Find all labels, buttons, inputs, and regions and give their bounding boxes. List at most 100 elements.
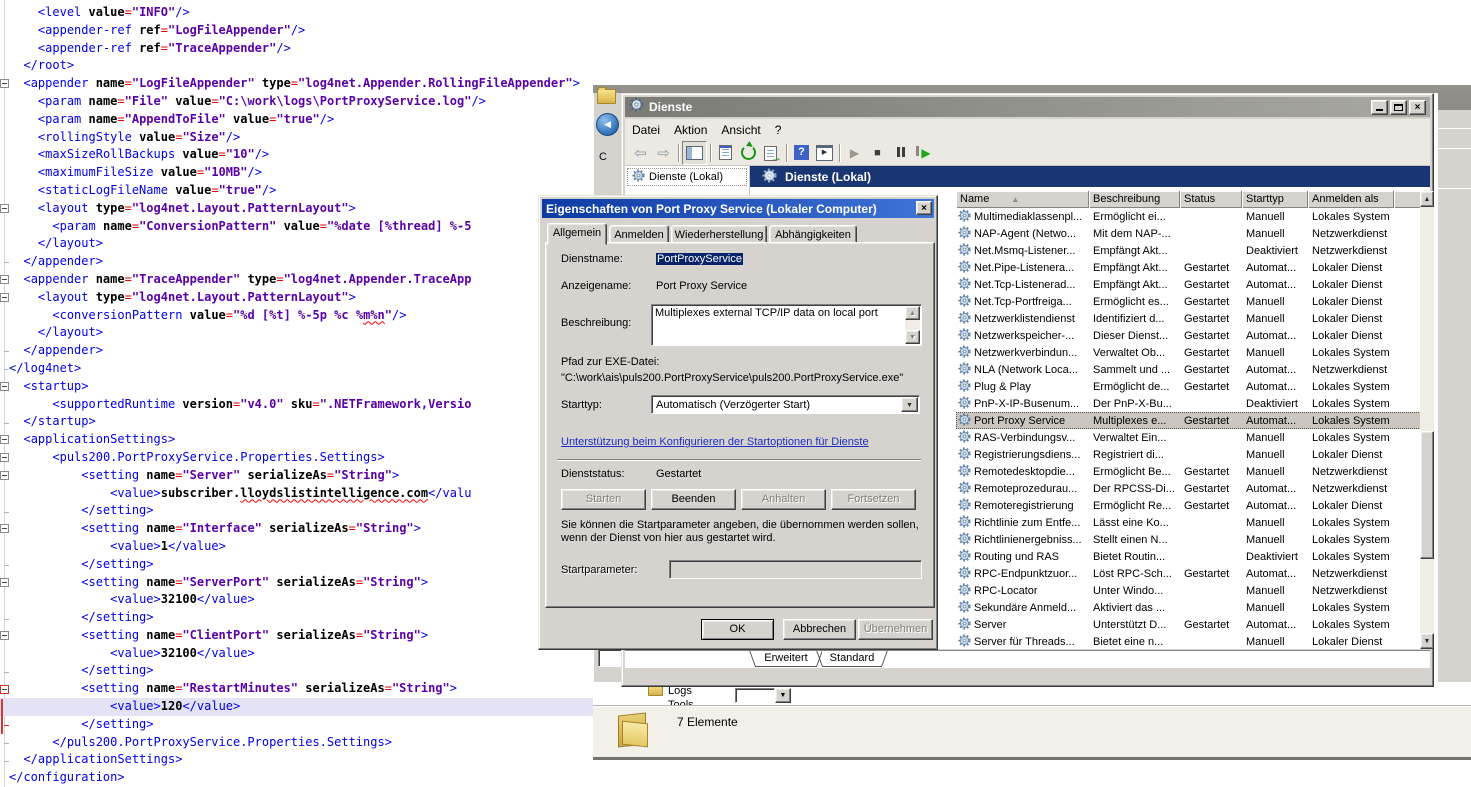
scroll-down-button[interactable]: ▼ — [905, 330, 920, 344]
anhalten-button[interactable]: Anhalten — [741, 489, 826, 510]
code-line: </root> — [0, 57, 1471, 75]
service-row[interactable]: Net.Tcp-Portfreiga...Ermöglicht es...Ges… — [956, 293, 1421, 310]
service-row[interactable]: Net.Pipe-Listenera...Empfängt Akt...Gest… — [956, 259, 1421, 276]
startparameter-input[interactable] — [669, 560, 922, 579]
fold-marker-icon[interactable] — [0, 578, 9, 587]
help-icon[interactable]: ? — [790, 142, 813, 164]
console-tree-icon[interactable] — [682, 141, 707, 165]
fold-marker-icon[interactable] — [0, 204, 9, 213]
apply-button[interactable]: Übernehmen — [858, 619, 933, 640]
service-row[interactable]: Richtlinienergebniss...Stellt einen N...… — [956, 531, 1421, 548]
back-icon[interactable]: ⇦ — [629, 142, 652, 164]
code-line: <appender-ref ref="LogFileAppender"/> — [0, 22, 1471, 40]
services-titlebar[interactable]: Dienste × — [625, 97, 1430, 117]
service-row[interactable]: NLA (Network Loca...Sammelt und ...Gesta… — [956, 361, 1421, 378]
menu-ansicht[interactable]: Ansicht — [714, 121, 767, 139]
combo-dropdown-button[interactable]: ▼ — [901, 397, 918, 412]
service-row[interactable]: Sekundäre Anmeld...Aktiviert das ...Manu… — [956, 599, 1421, 616]
column-header-beschreibung[interactable]: Beschreibung — [1089, 191, 1180, 208]
list-scrollbar[interactable]: ▲ ▼ — [1420, 191, 1434, 649]
menu-datei[interactable]: Datei — [625, 121, 667, 139]
fold-marker-icon[interactable] — [0, 524, 9, 533]
fold-marker-icon[interactable] — [0, 382, 9, 391]
forward-icon[interactable]: ⇨ — [652, 142, 675, 164]
fold-marker-icon[interactable] — [0, 453, 9, 462]
fold-marker-icon[interactable] — [0, 631, 9, 640]
column-header-starttyp[interactable]: Starttyp — [1242, 191, 1308, 208]
properties-icon[interactable] — [714, 142, 737, 164]
gear-icon — [958, 277, 971, 293]
close-button[interactable]: × — [916, 201, 932, 215]
scrollbar-thumb[interactable] — [1420, 431, 1434, 559]
fold-marker-icon[interactable] — [0, 79, 9, 88]
combo-dropdown-button[interactable]: ▼ — [775, 688, 791, 703]
back-button[interactable]: ◀ — [596, 113, 619, 136]
column-header-filler — [1394, 191, 1421, 208]
refresh-icon[interactable] — [737, 142, 760, 164]
service-row[interactable]: Routing und RASBietet Routin...Deaktivie… — [956, 548, 1421, 565]
fold-marker-icon[interactable] — [0, 435, 9, 444]
service-row[interactable]: Net.Msmq-Listener...Empfängt Akt...Deakt… — [956, 242, 1421, 259]
gear-icon — [958, 634, 971, 650]
desktop: <level value="INFO"/> <appender-ref ref=… — [0, 0, 1471, 787]
service-row[interactable]: Netzwerkverbindun...Verwaltet Ob...Gesta… — [956, 344, 1421, 361]
startoptionen-help-link[interactable]: Unterstützung beim Konfigurieren der Sta… — [561, 436, 869, 448]
column-header-name[interactable]: Name▲ — [956, 191, 1089, 208]
service-row[interactable]: Server für Threads...Bietet eine n...Man… — [956, 633, 1421, 650]
column-header-status[interactable]: Status — [1180, 191, 1242, 208]
tab-erweitert[interactable]: Erweitert — [755, 651, 817, 667]
fold-marker-icon[interactable] — [0, 685, 9, 694]
service-row[interactable]: Multimediaklassenpl...Ermöglicht ei...Ma… — [956, 208, 1421, 225]
extended-view-icon[interactable]: ▶ — [813, 142, 836, 164]
service-row[interactable]: NetzwerklistendienstIdentifiziert d...Ge… — [956, 310, 1421, 327]
service-row[interactable]: Registrierungsdiens...Registriert di...M… — [956, 446, 1421, 463]
service-row[interactable]: PnP-X-IP-Busenum...Der PnP-X-Bu...Deakti… — [956, 395, 1421, 412]
start-service-icon[interactable]: ▶ — [843, 142, 866, 164]
explorer-combo[interactable] — [735, 688, 775, 703]
service-row[interactable]: Net.Tcp-Listenerad...Empfängt Akt...Gest… — [956, 276, 1421, 293]
scroll-down-button[interactable]: ▼ — [1420, 633, 1434, 649]
service-row[interactable]: Port Proxy ServiceMultiplexes e...Gestar… — [956, 412, 1421, 429]
service-row[interactable]: NAP-Agent (Netwo...Mit dem NAP-...Manuel… — [956, 225, 1421, 242]
fold-marker-icon[interactable] — [0, 471, 9, 480]
service-row[interactable]: ServerUnterstützt D...GestartetAutomat..… — [956, 616, 1421, 633]
arrow-up-icon: ▲ — [1424, 196, 1431, 203]
dialog-titlebar[interactable]: Eigenschaften von Port Proxy Service (Lo… — [542, 199, 934, 218]
dienstname-label: Dienstname: — [561, 253, 623, 265]
beenden-button[interactable]: Beenden — [651, 489, 736, 510]
tab-allgemein[interactable]: Allgemein — [547, 223, 607, 245]
restart-service-icon[interactable]: ▶ — [912, 142, 935, 164]
menu-aktion[interactable]: Aktion — [667, 121, 714, 139]
fold-marker-icon[interactable] — [0, 275, 9, 284]
scroll-up-button[interactable]: ▲ — [905, 306, 920, 320]
tree-item-dienste-lokal[interactable]: Dienste (Lokal) — [627, 168, 747, 186]
gear-icon — [958, 430, 971, 446]
stop-service-icon[interactable]: ■ — [866, 142, 889, 164]
tab-standard[interactable]: Standard — [822, 651, 882, 667]
service-row[interactable]: RPC-Endpunktzuor...Löst RPC-Sch...Gestar… — [956, 565, 1421, 582]
minimize-button[interactable] — [1371, 100, 1388, 115]
pause-service-icon[interactable] — [889, 142, 912, 164]
beschreibung-textarea[interactable]: Multiplexes external TCP/IP data on loca… — [651, 304, 922, 346]
menu-hilfe[interactable]: ? — [768, 121, 789, 139]
starten-button[interactable]: Starten — [561, 489, 646, 510]
service-row[interactable]: RemoteregistrierungErmöglicht Re...Gesta… — [956, 497, 1421, 514]
fold-marker-icon[interactable] — [0, 293, 9, 302]
service-row[interactable]: Remotedesktopdie...Ermöglicht Be...Gesta… — [956, 463, 1421, 480]
scroll-up-button[interactable]: ▲ — [1420, 191, 1434, 207]
fortsetzen-button[interactable]: Fortsetzen — [831, 489, 916, 510]
service-row[interactable]: Remoteprozedurau...Der RPCSS-Di...Gestar… — [956, 480, 1421, 497]
maximize-button[interactable] — [1390, 100, 1407, 115]
service-row[interactable]: Richtlinie zum Entfe...Lässt eine Ko...M… — [956, 514, 1421, 531]
cancel-button[interactable]: Abbrechen — [783, 619, 856, 640]
column-header-anmelden-als[interactable]: Anmelden als — [1308, 191, 1394, 208]
service-row[interactable]: RPC-LocatorUnter Windo...ManuellNetzwerk… — [956, 582, 1421, 599]
close-button[interactable]: × — [1409, 100, 1426, 115]
ok-button[interactable]: OK — [701, 619, 774, 640]
service-row[interactable]: Plug & PlayErmöglicht de...GestartetAuto… — [956, 378, 1421, 395]
textarea-scrollbar[interactable]: ▲ ▼ — [905, 306, 920, 344]
service-row[interactable]: RAS-Verbindungsv...Verwaltet Ein...Manue… — [956, 429, 1421, 446]
export-list-icon[interactable]: → — [760, 142, 783, 164]
service-row[interactable]: Netzwerkspeicher-...Dieser Dienst...Gest… — [956, 327, 1421, 344]
starttyp-combobox[interactable]: Automatisch (Verzögerter Start) ▼ — [651, 395, 920, 414]
